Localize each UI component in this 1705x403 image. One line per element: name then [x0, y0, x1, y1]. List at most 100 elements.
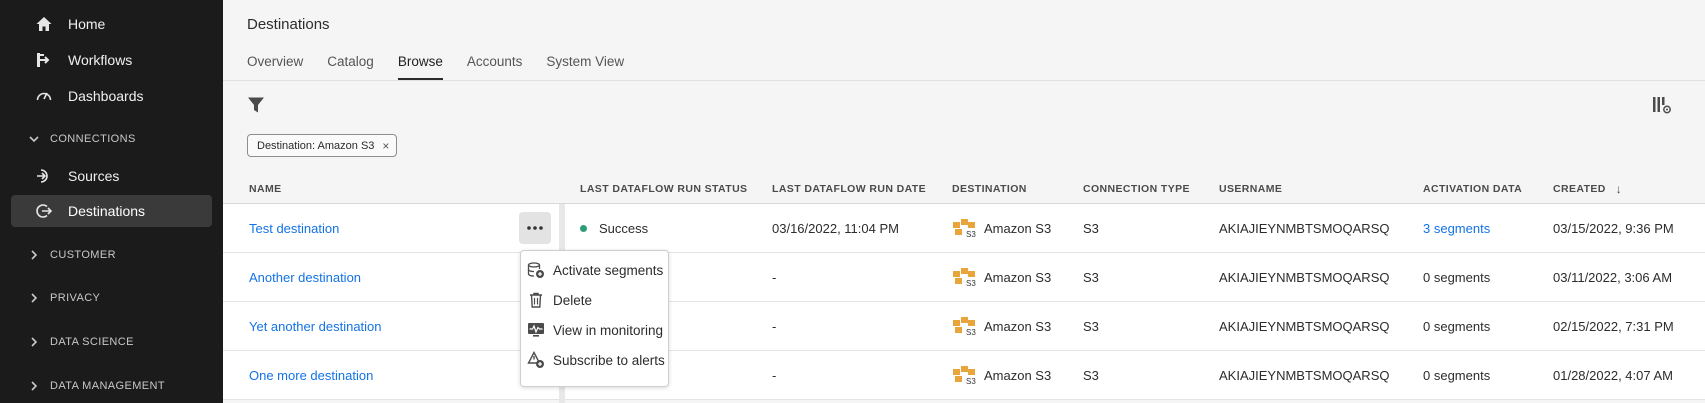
connection-type-cell: S3 [1083, 318, 1099, 334]
sidebar-item-workflows[interactable]: Workflows [11, 44, 212, 76]
tab-overview[interactable]: Overview [247, 54, 303, 80]
activation-data-cell: 0 segments [1423, 367, 1491, 383]
sidebar-section-label: CUSTOMER [50, 249, 116, 261]
svg-text:S3: S3 [966, 377, 976, 386]
destination-name-link[interactable]: Another destination [249, 253, 361, 301]
table-row[interactable]: Another destination - S3 Amazon S3 S3 AK… [223, 253, 1705, 302]
column-settings-icon[interactable] [1652, 95, 1672, 115]
destinations-icon [34, 201, 54, 221]
tab-system-view[interactable]: System View [546, 54, 624, 80]
trash-icon [527, 291, 545, 309]
status-text: Success [599, 220, 649, 236]
destination-name-link[interactable]: Yet another destination [249, 302, 382, 350]
sidebar-item-label: Destinations [68, 203, 146, 219]
main-content: Destinations Overview Catalog Browse Acc… [223, 0, 1705, 403]
menu-item-subscribe-to-alerts[interactable]: Subscribe to alerts [521, 345, 668, 375]
column-header-activation[interactable]: ACTIVATION DATA [1423, 175, 1522, 203]
sidebar-section-connections[interactable]: CONNECTIONS [0, 127, 223, 151]
menu-item-view-in-monitoring[interactable]: View in monitoring [521, 315, 668, 345]
activate-segments-icon [527, 261, 545, 279]
menu-item-activate-segments[interactable]: Activate segments [521, 255, 668, 285]
destination-text: Amazon S3 [984, 269, 1052, 285]
connection-type-cell: S3 [1083, 367, 1099, 383]
chevron-right-icon [28, 380, 40, 392]
filter-chip-label: Destination: Amazon S3 [257, 139, 375, 152]
sidebar-section-customer[interactable]: CUSTOMER [0, 243, 223, 267]
column-header-name[interactable]: NAME [249, 175, 282, 203]
date-cell: 03/16/2022, 11:04 PM [772, 220, 899, 236]
success-status-dot [580, 224, 587, 232]
tab-bar: Overview Catalog Browse Accounts System … [247, 54, 648, 80]
column-header-status[interactable]: LAST DATAFLOW RUN STATUS [580, 175, 747, 203]
activation-data-cell: 0 segments [1423, 269, 1491, 285]
menu-item-delete[interactable]: Delete [521, 285, 668, 315]
destination-cell: S3 Amazon S3 [952, 302, 1051, 350]
more-actions-button[interactable] [519, 212, 551, 244]
tab-browse[interactable]: Browse [397, 54, 443, 80]
tab-accounts[interactable]: Accounts [467, 54, 523, 80]
sidebar-section-data-management[interactable]: DATA MANAGEMENT [0, 374, 223, 398]
sidebar-item-destinations[interactable]: Destinations [11, 195, 212, 227]
close-icon[interactable]: × [382, 139, 389, 153]
tabs-divider [223, 80, 1705, 81]
activation-data-link[interactable]: 3 segments [1423, 204, 1490, 252]
destination-name-link[interactable]: One more destination [249, 351, 373, 399]
sidebar-section-label: DATA SCIENCE [50, 336, 134, 348]
more-icon [527, 226, 543, 230]
destination-cell: S3 Amazon S3 [952, 351, 1051, 399]
sidebar-item-sources[interactable]: Sources [11, 160, 212, 192]
destination-text: Amazon S3 [984, 367, 1052, 383]
column-header-connection-type[interactable]: CONNECTION TYPE [1083, 175, 1190, 203]
sidebar-section-data-science[interactable]: DATA SCIENCE [0, 330, 223, 354]
table-row[interactable]: Test destination Success 03/16/2022, 11:… [223, 204, 1705, 253]
svg-text:S3: S3 [966, 328, 976, 337]
column-header-created[interactable]: CREATED ↓ [1553, 175, 1622, 203]
activation-data-cell: 0 segments [1423, 318, 1491, 334]
chevron-right-icon [28, 336, 40, 348]
menu-item-label: Activate segments [553, 262, 664, 278]
destination-cell: S3 Amazon S3 [952, 253, 1051, 301]
sidebar-section-label: PRIVACY [50, 292, 101, 304]
created-cell: 01/28/2022, 4:07 AM [1553, 367, 1673, 383]
username-cell: AKIAJIEYNMBTSMOQARSQ [1219, 367, 1390, 383]
tab-catalog[interactable]: Catalog [327, 54, 374, 80]
sort-descending-icon: ↓ [1615, 182, 1623, 196]
sidebar-item-home[interactable]: Home [11, 8, 212, 40]
column-header-date[interactable]: LAST DATAFLOW RUN DATE [772, 175, 926, 203]
sidebar-section-label: CONNECTIONS [50, 133, 136, 145]
monitoring-icon [527, 321, 545, 339]
sources-icon [34, 166, 54, 186]
destination-text: Amazon S3 [984, 220, 1052, 236]
username-cell: AKIAJIEYNMBTSMOQARSQ [1219, 269, 1390, 285]
sidebar-item-dashboards[interactable]: Dashboards [11, 80, 212, 112]
filter-icon[interactable] [247, 96, 265, 114]
sidebar-section-privacy[interactable]: PRIVACY [0, 286, 223, 310]
amazon-s3-icon: S3 [953, 219, 976, 239]
sidebar-item-label: Sources [68, 168, 120, 184]
status-cell: Success [580, 204, 648, 252]
alert-icon [527, 351, 545, 369]
column-header-username[interactable]: USERNAME [1219, 175, 1282, 203]
date-cell: - [772, 367, 777, 383]
menu-item-label: Subscribe to alerts [553, 352, 665, 368]
sidebar-item-label: Workflows [68, 52, 133, 68]
destination-name-link[interactable]: Test destination [249, 204, 339, 252]
amazon-s3-icon: S3 [953, 268, 976, 288]
date-cell: - [772, 269, 777, 285]
table-row[interactable]: Yet another destination - S3 Amazon S3 S… [223, 302, 1705, 351]
home-icon [34, 14, 54, 34]
sidebar: Home Workflows Dashboards CONNECTIONS So… [0, 0, 223, 403]
column-header-created-label: CREATED [1553, 183, 1606, 195]
sidebar-item-label: Dashboards [68, 88, 144, 104]
chevron-down-icon [28, 133, 40, 145]
svg-text:S3: S3 [966, 279, 976, 288]
connection-type-cell: S3 [1083, 220, 1099, 236]
table-row[interactable]: One more destination - S3 Amazon S3 S3 A… [223, 351, 1705, 400]
filter-chip: Destination: Amazon S3 × [247, 134, 398, 157]
chevron-right-icon [28, 292, 40, 304]
created-cell: 03/11/2022, 3:06 AM [1553, 269, 1673, 285]
column-header-destination[interactable]: DESTINATION [952, 175, 1027, 203]
amazon-s3-icon: S3 [953, 317, 976, 337]
sidebar-section-label: DATA MANAGEMENT [50, 380, 165, 392]
connection-type-cell: S3 [1083, 269, 1099, 285]
